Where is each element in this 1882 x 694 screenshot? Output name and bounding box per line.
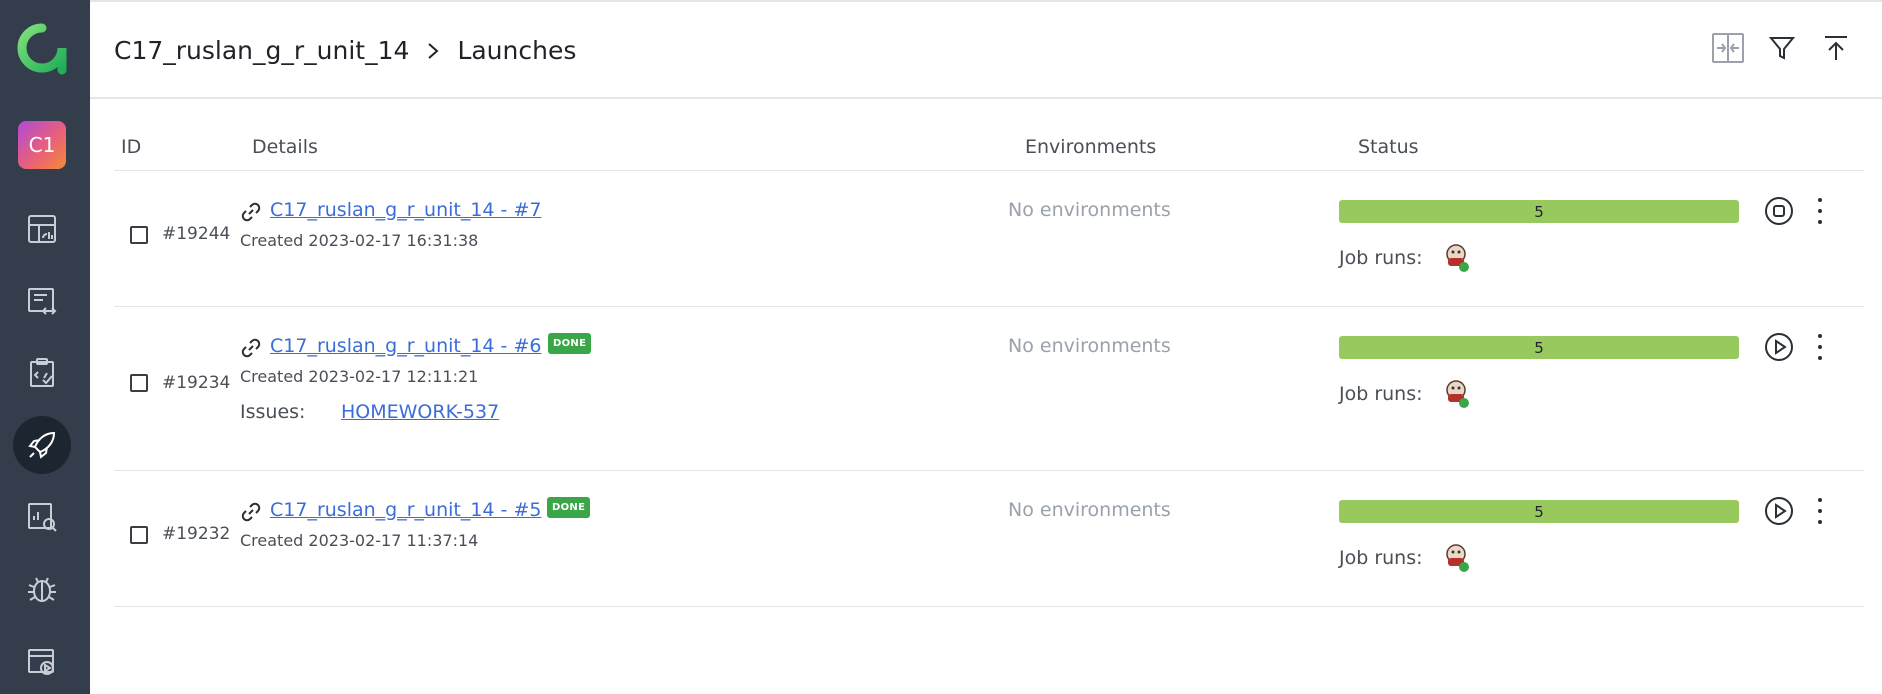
status-progress-bar[interactable]: 5 bbox=[1339, 500, 1739, 523]
more-options-icon[interactable] bbox=[1814, 334, 1826, 360]
row-checkbox[interactable] bbox=[130, 226, 148, 244]
row-checkbox[interactable] bbox=[130, 526, 148, 544]
upload-icon[interactable] bbox=[1818, 30, 1854, 66]
launches-table: ID Details Environments Status #19244 C1… bbox=[114, 100, 1864, 607]
environments-value: No environments bbox=[1008, 199, 1171, 221]
job-runs-label: Job runs: bbox=[1339, 383, 1423, 405]
launches-nav-icon[interactable] bbox=[13, 416, 71, 474]
table-row[interactable]: #19244 C17_ruslan_g_r_unit_14 - #7 Creat… bbox=[114, 171, 1864, 307]
done-badge: DONE bbox=[548, 333, 592, 354]
run-launch-icon[interactable] bbox=[1764, 332, 1794, 362]
more-options-icon[interactable] bbox=[1814, 198, 1826, 224]
table-row[interactable]: #19232 C17_ruslan_g_r_unit_14 - #5 DONE … bbox=[114, 471, 1864, 607]
defects-nav-icon[interactable] bbox=[13, 560, 71, 618]
launch-name-link[interactable]: C17_ruslan_g_r_unit_14 - #6 bbox=[270, 335, 541, 357]
jobs-nav-icon[interactable] bbox=[13, 632, 71, 690]
sidebar: C1 bbox=[0, 0, 90, 694]
launch-created: Created 2023-02-17 12:11:21 bbox=[240, 367, 479, 386]
issues-label: Issues: bbox=[240, 401, 306, 423]
chevron-right-icon bbox=[428, 42, 439, 59]
page-title: Launches bbox=[457, 36, 577, 65]
column-details: Details bbox=[252, 136, 318, 158]
link-icon bbox=[241, 502, 261, 522]
launch-name-link[interactable]: C17_ruslan_g_r_unit_14 - #7 bbox=[270, 199, 541, 221]
stop-launch-icon[interactable] bbox=[1764, 196, 1794, 226]
allure-logo-icon[interactable] bbox=[16, 22, 68, 76]
page-header: C17_ruslan_g_r_unit_14 Launches bbox=[90, 0, 1882, 99]
run-launch-icon[interactable] bbox=[1764, 496, 1794, 526]
filter-icon[interactable] bbox=[1764, 30, 1800, 66]
status-progress-bar[interactable]: 5 bbox=[1339, 336, 1739, 359]
launch-created: Created 2023-02-17 16:31:38 bbox=[240, 231, 479, 250]
launch-name-link[interactable]: C17_ruslan_g_r_unit_14 - #5 bbox=[270, 499, 541, 521]
job-runs-label: Job runs: bbox=[1339, 547, 1423, 569]
table-header: ID Details Environments Status bbox=[114, 100, 1864, 171]
column-id: ID bbox=[121, 136, 142, 158]
more-options-icon[interactable] bbox=[1814, 498, 1826, 524]
row-checkbox[interactable] bbox=[130, 374, 148, 392]
launch-created: Created 2023-02-17 11:37:14 bbox=[240, 531, 479, 550]
column-status: Status bbox=[1358, 136, 1419, 158]
jenkins-avatar-icon[interactable] bbox=[1444, 241, 1472, 275]
breadcrumb-project[interactable]: C17_ruslan_g_r_unit_14 bbox=[114, 36, 409, 65]
analytics-nav-icon[interactable] bbox=[13, 488, 71, 546]
test-cases-nav-icon[interactable] bbox=[13, 272, 71, 330]
breadcrumb: C17_ruslan_g_r_unit_14 Launches bbox=[114, 36, 576, 65]
environments-value: No environments bbox=[1008, 499, 1171, 521]
launch-id: #19244 bbox=[162, 224, 231, 244]
link-icon bbox=[241, 202, 261, 222]
project-badge[interactable]: C1 bbox=[18, 121, 66, 169]
test-plans-nav-icon[interactable] bbox=[13, 344, 71, 402]
status-progress-bar[interactable]: 5 bbox=[1339, 200, 1739, 223]
job-runs-label: Job runs: bbox=[1339, 247, 1423, 269]
launch-id: #19234 bbox=[162, 373, 231, 393]
environments-value: No environments bbox=[1008, 335, 1171, 357]
column-environments: Environments bbox=[1025, 136, 1157, 158]
issue-link[interactable]: HOMEWORK-537 bbox=[341, 401, 499, 423]
link-icon bbox=[241, 338, 261, 358]
table-row[interactable]: #19234 C17_ruslan_g_r_unit_14 - #6 DONE … bbox=[114, 307, 1864, 471]
dashboards-nav-icon[interactable] bbox=[13, 200, 71, 258]
done-badge: DONE bbox=[547, 497, 591, 518]
jenkins-avatar-icon[interactable] bbox=[1444, 541, 1472, 575]
launch-id: #19232 bbox=[162, 524, 231, 544]
compare-icon[interactable] bbox=[1710, 30, 1746, 66]
jenkins-avatar-icon[interactable] bbox=[1444, 377, 1472, 411]
